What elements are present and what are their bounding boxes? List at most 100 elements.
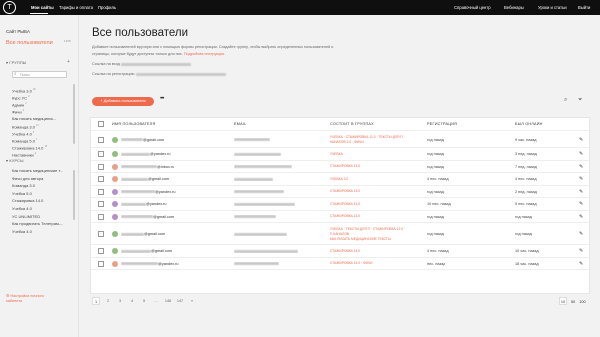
sidebar-course-item[interactable]: Команда 3.0	[12, 183, 70, 188]
table-row[interactable]: @inbox.ru СТАЖИРОВКА 13.0 год назад 7 нед. …	[91, 161, 591, 173]
courses-heading[interactable]: ▾ КУРСЫ	[6, 158, 24, 163]
page-link[interactable]: 2	[104, 297, 112, 305]
group-tag[interactable]: УЧЕБКА · ТЕКСТЫ ДЛЯ П · СТАЖИРОВКА 12.0 …	[330, 227, 405, 232]
page-link[interactable]: ...	[152, 297, 160, 305]
group-tag[interactable]: СТАЖИРОВКА 13.0	[330, 214, 360, 219]
sidebar-course-item[interactable]: Стажировка 14.0	[12, 198, 70, 203]
user-email[interactable]: @yandex.ru	[121, 152, 171, 156]
edit-pencil-icon[interactable]: ✎	[579, 231, 583, 237]
group-tag[interactable]: УЧЕБКА	[330, 152, 343, 157]
col-email[interactable]: EMAIL	[234, 122, 246, 126]
sidebar-course-item[interactable]: Как продвигать Телеграм-...	[12, 221, 70, 226]
user-email[interactable]: @yandex.ru	[121, 202, 167, 206]
more-actions-button[interactable]: •••	[160, 96, 164, 102]
group-search-input[interactable]: ⌕ Поиск	[12, 71, 67, 78]
group-tag[interactable]: СТАЖИРОВКА 14.0 · ФИЧИ	[330, 261, 373, 266]
edit-pencil-icon[interactable]: ✎	[579, 261, 583, 267]
group-tag[interactable]: КАНАЛОВ 2.0 · ФИЧИ	[330, 140, 405, 145]
row-checkbox[interactable]	[98, 163, 104, 170]
user-email[interactable]: @gmail.com	[121, 215, 174, 219]
reg-link-url-blurred[interactable]	[135, 72, 226, 76]
table-row[interactable]: @gmail.com УЧЕБКА · ТЕКСТЫ ДЛЯ П · СТАЖИР…	[91, 223, 591, 245]
edit-pencil-icon[interactable]: ✎	[579, 151, 583, 157]
row-checkbox[interactable]	[98, 188, 104, 195]
per-page-option[interactable]: 100	[579, 300, 585, 304]
sidebar-group-item[interactable]: Курс УС2	[12, 95, 30, 100]
page-link[interactable]: 4	[128, 297, 136, 305]
per-page-option[interactable]: 10	[559, 297, 567, 305]
table-row[interactable]: @yandex.ru СТАЖИРОВКА 13.0 год назад 2 нед.…	[91, 186, 591, 198]
sidebar-group-item[interactable]: Админ2	[12, 102, 27, 107]
login-link-url-blurred[interactable]	[120, 62, 191, 66]
user-email[interactable]: @yandex.ru	[121, 190, 176, 194]
add-user-button[interactable]: + Добавить пользователя	[92, 97, 154, 106]
edit-pencil-icon[interactable]: ✎	[579, 214, 583, 220]
edit-pencil-icon[interactable]: ✎	[579, 164, 583, 170]
row-checkbox[interactable]	[98, 151, 104, 158]
sidebar-all-users[interactable]: Все пользователи	[6, 40, 53, 46]
sidebar-course-item[interactable]: УС UNLIMITED	[12, 214, 70, 219]
instruction-link[interactable]: Подробная инструкция.	[184, 52, 226, 56]
page-link[interactable]: 147	[176, 297, 184, 305]
edit-pencil-icon[interactable]: ✎	[579, 248, 583, 254]
sidebar-settings-link[interactable]: ⚙ Настройки личного кабинета	[6, 294, 56, 304]
table-row[interactable]: @yandex.ru УЧЕБКА год назад 3 нед. назад ✎	[91, 148, 591, 161]
sidebar-group-item[interactable]: Команда 3.021	[12, 124, 39, 129]
row-checkbox[interactable]	[98, 176, 104, 183]
user-email[interactable]: @gmail.com	[121, 249, 172, 253]
sidebar-course-item[interactable]: Учебка 4.0	[12, 206, 70, 211]
group-tag[interactable]: УЧЕБКА 3.0	[330, 177, 348, 182]
row-checkbox[interactable]	[98, 260, 104, 267]
nav-logout[interactable]: Выйти	[578, 0, 590, 15]
filter-icon[interactable]: ⏷	[578, 97, 582, 104]
sidebar-group-item[interactable]: Наставники9	[12, 152, 36, 157]
sidebar-course-item[interactable]: Как писать медицинские т...	[12, 168, 70, 173]
col-last-online[interactable]: БЫЛ ОНЛАЙН	[515, 122, 543, 126]
page-link[interactable]: 146	[164, 297, 172, 305]
courses-scrollbar[interactable]	[73, 170, 75, 220]
row-checkbox[interactable]	[98, 213, 104, 220]
nav-webinars[interactable]: Вебинары	[504, 0, 524, 15]
page-current[interactable]: 1	[92, 297, 100, 305]
row-checkbox[interactable]	[98, 201, 104, 208]
col-name[interactable]: ИМЯ ПОЛЬЗОВАТЕЛЯ	[112, 122, 155, 126]
group-tag[interactable]: КАК ПИСАТЬ МЕДИЦИНСКИЕ ТЕКСТЫ	[330, 237, 405, 242]
table-row[interactable]: @gmail.com УЧЕБКА 3.0 4 нес. назад 4 нес. н…	[91, 173, 591, 186]
edit-pencil-icon[interactable]: ✎	[579, 201, 583, 207]
page-link[interactable]: 3	[116, 297, 124, 305]
page-link[interactable]: 5	[140, 297, 148, 305]
group-tag[interactable]: УЧЕБКА · СТАЖИРОВКА 11.0 · ТЕКСТЫ ДЛЯ П …	[330, 135, 405, 140]
edit-pencil-icon[interactable]: ✎	[579, 176, 583, 182]
sidebar-group-item[interactable]: Фичи2	[12, 109, 24, 114]
nav-tariffs[interactable]: Тарифы и оплата	[59, 0, 93, 15]
table-row[interactable]: @yandex.ru СТАЖИРОВКА 14.0 · ФИЧИ нес. наз…	[91, 258, 591, 270]
user-email[interactable]: @gmail.com	[121, 177, 169, 181]
add-group-icon[interactable]: +	[67, 59, 70, 65]
per-page-option[interactable]: 50	[571, 300, 575, 304]
col-groups[interactable]: СОСТОИТ В ГРУППАХ	[330, 122, 374, 126]
row-checkbox[interactable]	[98, 248, 104, 255]
nav-help-center[interactable]: Справочный центр	[454, 0, 491, 15]
group-tag[interactable]: СТАЖИРОВКА 13.0	[330, 202, 360, 207]
user-email[interactable]: @gmail.com	[121, 232, 165, 236]
user-email[interactable]: @yandex.ru	[121, 262, 179, 266]
sidebar-group-item[interactable]: Учебка 3.030	[12, 88, 36, 93]
table-row[interactable]: @gmail.com СТАЖИРОВКА 14.0 4 нес. назад 10 …	[91, 245, 591, 258]
table-row[interactable]: @yandex.ru СТАЖИРОВКА 13.0 10 нес. назад 5 …	[91, 198, 591, 211]
groups-scrollbar[interactable]	[73, 84, 75, 144]
group-tag[interactable]: СТАЖИРОВКА 14.0	[330, 249, 360, 254]
table-row[interactable]: @gmail.com СТАЖИРОВКА 13.0 год назад год на…	[91, 211, 591, 223]
table-row[interactable]: @gmail.com УЧЕБКА · СТАЖИРОВКА 11.0 · ТЕК…	[91, 131, 591, 148]
sidebar-group-item[interactable]: Команда 5.09	[12, 138, 37, 143]
sidebar-group-item[interactable]: Учебка 4.05	[12, 131, 34, 136]
col-registered[interactable]: РЕГИСТРАЦИЯ	[427, 122, 457, 126]
logo-icon[interactable]: T	[3, 1, 16, 14]
groups-heading[interactable]: ▾ ГРУППЫ	[6, 60, 26, 65]
group-tag[interactable]: СТАЖИРОВКА 13.0	[330, 164, 360, 169]
nav-lessons[interactable]: Уроки и статьи	[538, 0, 567, 15]
row-checkbox[interactable]	[98, 136, 104, 143]
user-email[interactable]: @inbox.ru	[121, 165, 174, 169]
user-email[interactable]: @gmail.com	[121, 138, 164, 142]
sidebar-course-item[interactable]: Учебка 4.0	[12, 229, 70, 234]
select-all-checkbox[interactable]	[98, 121, 104, 127]
